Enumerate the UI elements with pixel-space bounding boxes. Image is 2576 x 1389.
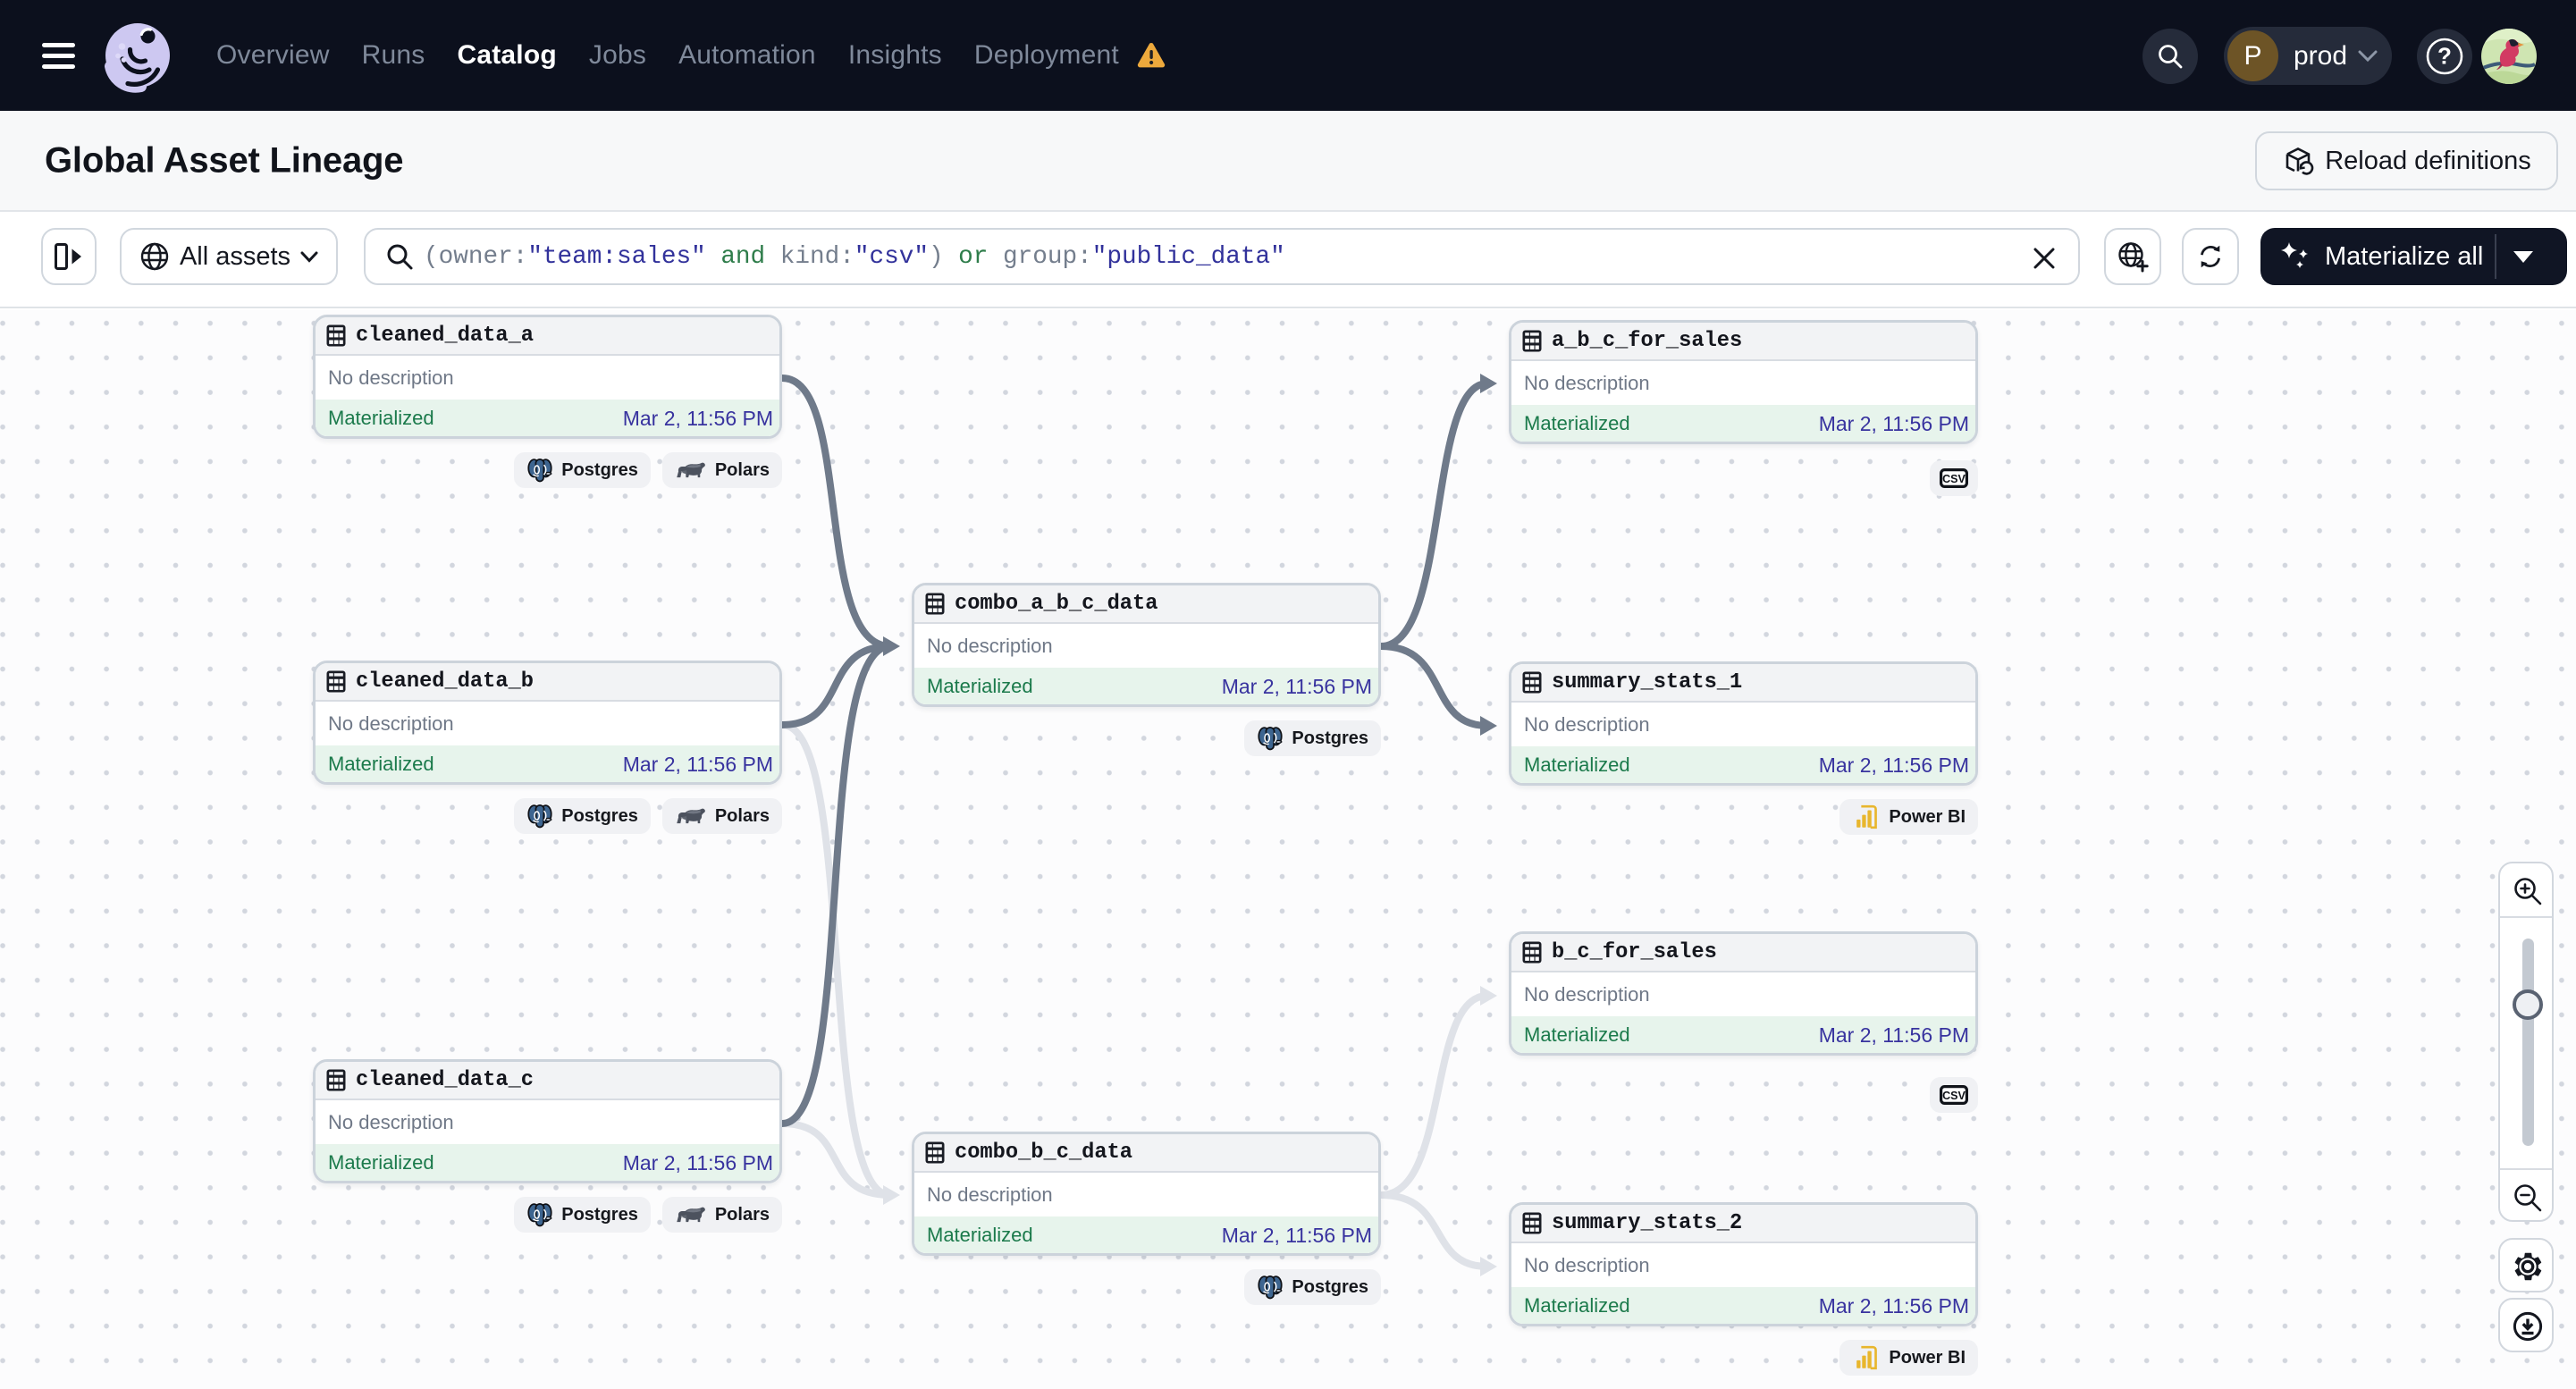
svg-text:?: ? bbox=[2437, 43, 2452, 70]
